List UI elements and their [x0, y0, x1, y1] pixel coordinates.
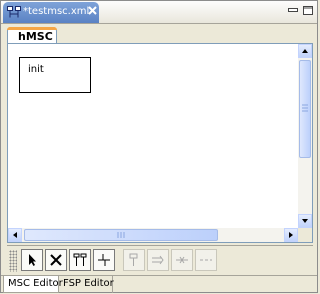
bottom-tab-strip: MSC Editor FSP Editor [1, 275, 317, 294]
select-tool-button[interactable] [21, 249, 43, 271]
double-arrow-right-icon [152, 255, 164, 265]
scroll-left-button[interactable] [8, 228, 22, 242]
arrow-pointer-icon [29, 254, 36, 266]
connection-icon [98, 254, 110, 266]
forward-arrow-tool-button[interactable] [147, 249, 169, 271]
arrow-cross-icon [176, 256, 188, 264]
parallel-tool-button[interactable] [69, 249, 91, 271]
dashed-line-icon [200, 259, 212, 261]
diagram-canvas[interactable]: init [8, 44, 298, 228]
node-tool-button[interactable] [123, 249, 145, 271]
editor-tab-strip: *testmsc.xml [1, 1, 317, 24]
tab-hmsc-label: hMSC [18, 30, 53, 43]
toolbar-grip-icon[interactable] [9, 250, 17, 272]
editor-window: *testmsc.xml hMSC init MSC Editor FSP Ed… [0, 0, 318, 293]
horizontal-scrollbar[interactable] [8, 228, 298, 242]
scroll-up-button[interactable] [298, 44, 312, 58]
diagram-canvas-frame: init [7, 43, 313, 243]
grip-lines-icon [117, 232, 125, 238]
tab-hmsc[interactable]: hMSC [7, 27, 57, 44]
vertical-scrollbar[interactable] [298, 44, 312, 228]
scroll-right-button[interactable] [284, 228, 298, 242]
msc-diagram-icon [7, 6, 21, 18]
arrow-right-icon [289, 232, 293, 238]
tab-fsp-editor[interactable]: FSP Editor [59, 276, 114, 293]
delete-tool-button[interactable] [45, 249, 67, 271]
grip-lines-icon [302, 104, 308, 112]
cross-arrow-tool-button[interactable] [171, 249, 193, 271]
hmsc-node-label: init [28, 64, 44, 75]
arrow-down-icon [302, 219, 308, 223]
parallel-lines-icon [73, 253, 87, 266]
dash-tool-button[interactable] [195, 249, 217, 271]
maximize-icon[interactable] [302, 5, 314, 16]
x-cross-icon [50, 254, 62, 266]
close-icon[interactable] [87, 5, 98, 16]
connect-tool-button[interactable] [93, 249, 115, 271]
palette-toolbar [7, 245, 313, 274]
horizontal-scroll-thumb[interactable] [24, 229, 218, 241]
tab-msc-editor[interactable]: MSC Editor [3, 276, 63, 293]
hmsc-node[interactable]: init [19, 57, 91, 93]
scrollbar-corner [298, 228, 312, 242]
editor-tab[interactable]: *testmsc.xml [3, 2, 99, 23]
arrow-left-icon [13, 232, 17, 238]
vertical-scroll-thumb[interactable] [299, 60, 311, 158]
node-stem-icon [129, 253, 138, 266]
arrow-up-icon [302, 49, 308, 53]
editor-tab-title: *testmsc.xml [23, 6, 90, 17]
scroll-down-button[interactable] [298, 214, 312, 228]
minimize-icon[interactable] [287, 5, 299, 16]
